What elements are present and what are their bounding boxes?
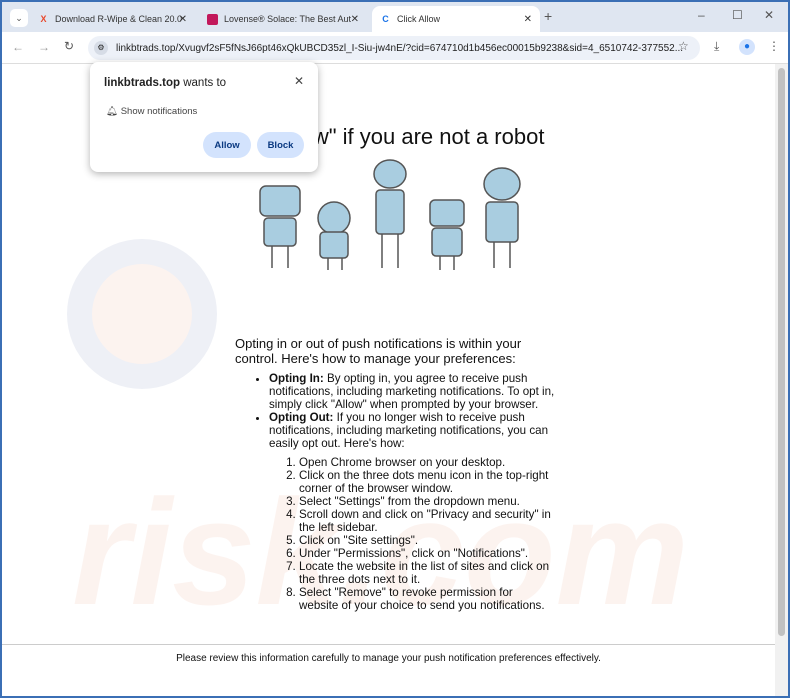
popup-site: linkbtrads.top — [104, 77, 181, 89]
bullet-label: Opting In: — [269, 372, 324, 385]
permission-row: 🔔︎ Show notifications — [106, 106, 197, 117]
lovense-icon — [207, 13, 218, 25]
step-item: Select "Remove" to revoke permission for… — [299, 586, 555, 612]
forward-button[interactable]: → — [38, 40, 50, 54]
browser-window: ⌄ X Download R-Wipe & Clean 20.0 ✕ Lovense… — [2, 2, 788, 696]
menu-icon[interactable]: ⋮ — [768, 39, 780, 53]
download-icon[interactable]: ⤓ — [714, 39, 719, 54]
site-info-icon[interactable]: ⚙ — [94, 41, 108, 55]
step-item: Click on "Site settings". — [299, 534, 555, 547]
step-item: Locate the website in the list of sites … — [299, 560, 555, 586]
tab-search-button[interactable]: ⌄ — [10, 9, 28, 27]
tab-title: Lovense® Solace: The Best Aut — [224, 14, 352, 24]
popup-title: linkbtrads.top wants to — [104, 77, 226, 89]
close-window-button[interactable]: ✕ — [764, 8, 774, 22]
toolbar: ← → ↻ ⚙ linkbtrads.top/Xvugvf2sF5fNsJ66p… — [2, 32, 788, 64]
close-tab-icon[interactable]: ✕ — [524, 14, 532, 25]
step-item: Click on the three dots menu icon in the… — [299, 469, 555, 495]
notification-permission-popup: linkbtrads.top wants to ✕ 🔔︎ Show notifi… — [90, 62, 318, 172]
profile-avatar[interactable]: ● — [739, 39, 755, 55]
list-item: Opting In: By opting in, you agree to re… — [269, 372, 555, 411]
tab-title: Download R-Wipe & Clean 20.0 — [55, 14, 183, 24]
block-button[interactable]: Block — [257, 132, 304, 158]
step-item: Under "Permissions", click on "Notificat… — [299, 547, 555, 560]
tab-lovense[interactable]: Lovense® Solace: The Best Aut ✕ — [199, 6, 367, 32]
minimize-button[interactable]: – — [698, 8, 705, 22]
bookmark-star-icon[interactable]: ☆ — [678, 39, 689, 53]
intro-text: Opting in or out of push notifications i… — [235, 336, 522, 366]
scrollbar[interactable] — [775, 64, 788, 696]
maximize-button[interactable]: ☐ — [732, 8, 743, 22]
allow-button[interactable]: Allow — [203, 132, 251, 158]
bell-icon: 🔔︎ — [106, 106, 119, 117]
tab-bar: ⌄ X Download R-Wipe & Clean 20.0 ✕ Lovense… — [2, 2, 788, 32]
close-tab-icon[interactable]: ✕ — [351, 14, 359, 25]
permission-label: Show notifications — [120, 106, 198, 117]
close-icon[interactable]: ✕ — [294, 74, 304, 88]
close-tab-icon[interactable]: ✕ — [179, 14, 187, 25]
steps-list: Open Chrome browser on your desktop. Cli… — [299, 456, 555, 612]
reload-button[interactable]: ↻ — [64, 39, 74, 53]
tab-title: Click Allow — [397, 14, 441, 24]
step-item: Select "Settings" from the dropdown menu… — [299, 495, 555, 508]
back-button[interactable]: ← — [12, 40, 24, 54]
x-logo-icon: X — [40, 14, 47, 24]
step-item: Scroll down and click on "Privacy and se… — [299, 508, 555, 534]
loading-icon: C — [382, 14, 389, 24]
bullet-label: Opting Out: — [269, 411, 334, 424]
new-tab-button[interactable]: + — [544, 8, 552, 24]
step-item: Open Chrome browser on your desktop. — [299, 456, 555, 469]
list-item: Opting Out: If you no longer wish to rec… — [269, 411, 555, 612]
footer-text: Please review this information carefully… — [2, 644, 775, 664]
instructions: Opting in or out of push notifications i… — [235, 336, 555, 612]
tab-click-allow[interactable]: C Click Allow ✕ — [372, 6, 540, 32]
robots-illustration — [259, 159, 521, 270]
tab-rwipe[interactable]: X Download R-Wipe & Clean 20.0 ✕ — [30, 6, 195, 32]
address-bar[interactable]: ⚙ linkbtrads.top/Xvugvf2sF5fNsJ66pt46xQk… — [88, 36, 700, 60]
options-list: Opting In: By opting in, you agree to re… — [269, 372, 555, 612]
url-text: linkbtrads.top/Xvugvf2sF5fNsJ66pt46xQkUB… — [116, 42, 684, 54]
popup-wants: wants to — [180, 77, 227, 89]
scrollbar-thumb[interactable] — [778, 68, 785, 636]
